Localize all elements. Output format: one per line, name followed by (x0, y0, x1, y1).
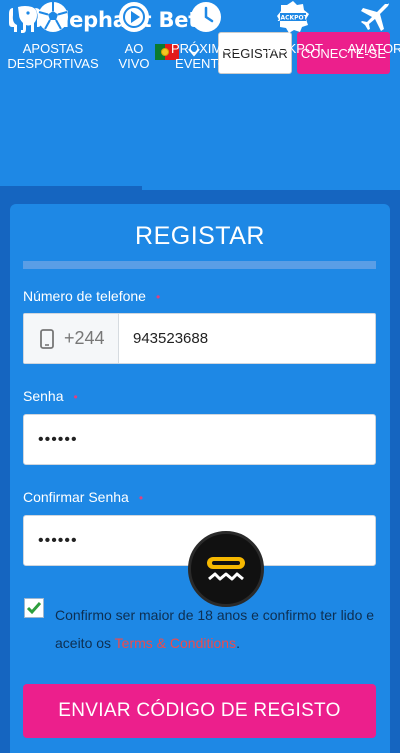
nav-item-jackpot[interactable]: JACKPOT JACKPOT (258, 0, 328, 56)
nav-item-live[interactable]: AO VIVO (108, 0, 160, 71)
form-title: REGISTAR (135, 222, 265, 250)
password-label: Senha • (23, 388, 78, 404)
nav-item-aviator[interactable]: AVIATOR (342, 0, 400, 56)
nav-item-sports[interactable]: APOSTAS DESPORTIVAS (5, 0, 101, 71)
brand-chat-icon (207, 557, 245, 581)
nav-label-sports: APOSTAS DESPORTIVAS (7, 41, 99, 71)
airplane-icon (358, 0, 392, 34)
terms-link[interactable]: Terms & Conditions (115, 635, 236, 651)
top-header: Elephant Bet REGISTAR CONECTE-SE APOSTAS… (0, 0, 400, 190)
country-code: +244 (64, 328, 105, 348)
nav-label-jackpot: JACKPOT (263, 41, 323, 56)
nav-label-live: AO VIVO (118, 41, 150, 71)
nav-label-upcoming: PRÓXIMOS EVENTOS (170, 41, 242, 71)
clock-icon (189, 0, 223, 34)
required-marker: • (138, 491, 144, 505)
floating-chat-button[interactable] (188, 531, 264, 607)
phone-input[interactable]: 943523688 (119, 314, 375, 363)
country-code-prefix[interactable]: +244 (24, 314, 119, 363)
checkmark-icon (26, 602, 42, 615)
nav-item-upcoming[interactable]: PRÓXIMOS EVENTOS (166, 0, 246, 71)
play-circle-icon (117, 0, 151, 34)
active-nav-indicator (0, 186, 142, 190)
soccer-ball-icon (36, 0, 70, 34)
consent-text: Confirmo ser maior de 18 anos e confirmo… (55, 607, 375, 651)
required-marker: • (155, 290, 161, 304)
title-divider (23, 261, 376, 269)
register-card (10, 204, 390, 753)
nav-label-aviator: AVIATOR (347, 41, 400, 56)
password-input[interactable]: •••••• (23, 414, 376, 465)
age-consent-checkbox[interactable] (24, 598, 44, 618)
mobile-phone-icon (40, 328, 54, 349)
required-marker: • (73, 390, 78, 404)
confirm-password-label: Confirmar Senha • (23, 489, 144, 505)
svg-text:JACKPOT: JACKPOT (277, 15, 308, 22)
jackpot-badge-icon: JACKPOT (276, 0, 310, 34)
send-code-button[interactable]: ENVIAR CÓDIGO DE REGISTO (23, 684, 376, 738)
phone-field[interactable]: +244 943523688 (23, 313, 376, 364)
phone-label: Número de telefone • (23, 288, 161, 304)
